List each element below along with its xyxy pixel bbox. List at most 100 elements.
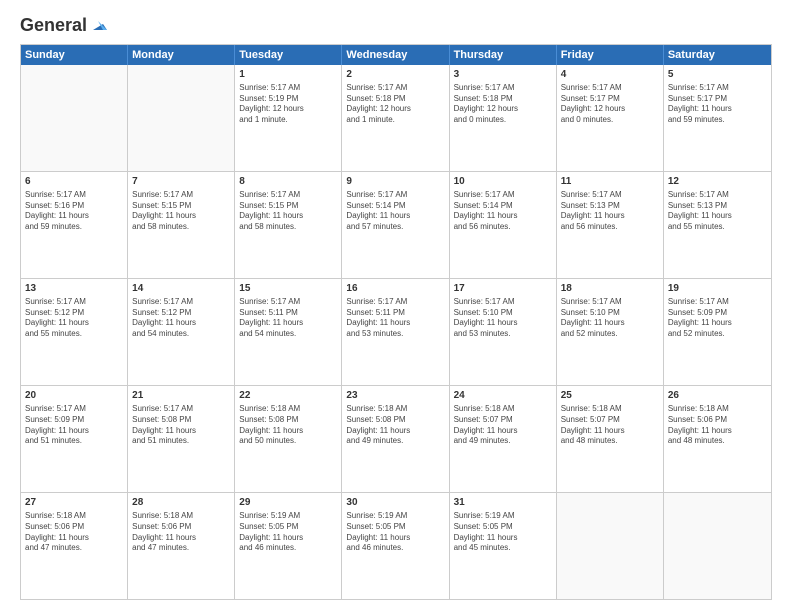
day-cell-1: 1Sunrise: 5:17 AM Sunset: 5:19 PM Daylig… [235,65,342,171]
day-cell-29: 29Sunrise: 5:19 AM Sunset: 5:05 PM Dayli… [235,493,342,599]
day-details: Sunrise: 5:19 AM Sunset: 5:05 PM Dayligh… [239,511,337,554]
day-details: Sunrise: 5:17 AM Sunset: 5:12 PM Dayligh… [132,297,230,340]
day-number: 4 [561,68,659,82]
day-number: 8 [239,175,337,189]
day-cell-12: 12Sunrise: 5:17 AM Sunset: 5:13 PM Dayli… [664,172,771,278]
day-number: 14 [132,282,230,296]
day-cell-5: 5Sunrise: 5:17 AM Sunset: 5:17 PM Daylig… [664,65,771,171]
day-cell-8: 8Sunrise: 5:17 AM Sunset: 5:15 PM Daylig… [235,172,342,278]
day-number: 12 [668,175,767,189]
day-details: Sunrise: 5:17 AM Sunset: 5:13 PM Dayligh… [668,190,767,233]
day-details: Sunrise: 5:17 AM Sunset: 5:13 PM Dayligh… [561,190,659,233]
day-number: 1 [239,68,337,82]
header-day-thursday: Thursday [450,45,557,65]
day-cell-14: 14Sunrise: 5:17 AM Sunset: 5:12 PM Dayli… [128,279,235,385]
day-details: Sunrise: 5:17 AM Sunset: 5:12 PM Dayligh… [25,297,123,340]
day-details: Sunrise: 5:18 AM Sunset: 5:07 PM Dayligh… [454,404,552,447]
day-cell-3: 3Sunrise: 5:17 AM Sunset: 5:18 PM Daylig… [450,65,557,171]
calendar-header: SundayMondayTuesdayWednesdayThursdayFrid… [21,45,771,65]
day-cell-28: 28Sunrise: 5:18 AM Sunset: 5:06 PM Dayli… [128,493,235,599]
day-details: Sunrise: 5:18 AM Sunset: 5:08 PM Dayligh… [239,404,337,447]
day-number: 5 [668,68,767,82]
header-day-tuesday: Tuesday [235,45,342,65]
logo-text: General [20,16,87,36]
day-cell-11: 11Sunrise: 5:17 AM Sunset: 5:13 PM Dayli… [557,172,664,278]
calendar-row-4: 27 Sunrise: 5:18 AM Sunset: 5:06 PM Dayli… [21,492,771,599]
day-details: Sunrise: 5:17 AM Sunset: 5:09 PM Dayligh… [668,297,767,340]
day-cell-19: 19Sunrise: 5:17 AM Sunset: 5:09 PM Dayli… [664,279,771,385]
day-number: 27 [25,496,123,510]
header-day-friday: Friday [557,45,664,65]
day-details: Sunrise: 5:17 AM Sunset: 5:11 PM Dayligh… [346,297,444,340]
day-details: Sunrise: 5:17 AM Sunset: 5:17 PM Dayligh… [561,83,659,126]
header: General [20,16,772,36]
day-cell-23: 23Sunrise: 5:18 AM Sunset: 5:08 PM Dayli… [342,386,449,492]
day-details: Sunrise: 5:17 AM Sunset: 5:17 PM Dayligh… [668,83,767,126]
day-cell-21: 21Sunrise: 5:17 AM Sunset: 5:08 PM Dayli… [128,386,235,492]
day-number: 6 [25,175,123,189]
day-cell-9: 9Sunrise: 5:17 AM Sunset: 5:14 PM Daylig… [342,172,449,278]
day-number: 11 [561,175,659,189]
day-cell-31: 31Sunrise: 5:19 AM Sunset: 5:05 PM Dayli… [450,493,557,599]
day-cell-22: 22Sunrise: 5:18 AM Sunset: 5:08 PM Dayli… [235,386,342,492]
day-number: 25 [561,389,659,403]
day-cell-13: 13Sunrise: 5:17 AM Sunset: 5:12 PM Dayli… [21,279,128,385]
day-number: 26 [668,389,767,403]
day-number: 20 [25,389,123,403]
day-details: Sunrise: 5:18 AM Sunset: 5:07 PM Dayligh… [561,404,659,447]
empty-cell [128,65,235,171]
day-number: 13 [25,282,123,296]
day-number: 22 [239,389,337,403]
logo-icon [89,16,107,34]
day-number: 23 [346,389,444,403]
calendar: SundayMondayTuesdayWednesdayThursdayFrid… [20,44,772,600]
day-cell-30: 30Sunrise: 5:19 AM Sunset: 5:05 PM Dayli… [342,493,449,599]
empty-cell [664,493,771,599]
day-details: Sunrise: 5:17 AM Sunset: 5:18 PM Dayligh… [346,83,444,126]
header-day-sunday: Sunday [21,45,128,65]
day-details: Sunrise: 5:17 AM Sunset: 5:14 PM Dayligh… [454,190,552,233]
day-cell-2: 2Sunrise: 5:17 AM Sunset: 5:18 PM Daylig… [342,65,449,171]
day-number: 17 [454,282,552,296]
day-cell-16: 16Sunrise: 5:17 AM Sunset: 5:11 PM Dayli… [342,279,449,385]
day-details: Sunrise: 5:17 AM Sunset: 5:08 PM Dayligh… [132,404,230,447]
calendar-row-3: 20Sunrise: 5:17 AM Sunset: 5:09 PM Dayli… [21,385,771,492]
day-details: Sunrise: 5:17 AM Sunset: 5:10 PM Dayligh… [454,297,552,340]
day-details: Sunrise: 5:18 AM Sunset: 5:06 PM Dayligh… [132,511,230,554]
day-details: Sunrise: 5:17 AM Sunset: 5:10 PM Dayligh… [561,297,659,340]
day-cell-4: 4Sunrise: 5:17 AM Sunset: 5:17 PM Daylig… [557,65,664,171]
day-cell-6: 6Sunrise: 5:17 AM Sunset: 5:16 PM Daylig… [21,172,128,278]
day-details: Sunrise: 5:19 AM Sunset: 5:05 PM Dayligh… [346,511,444,554]
day-details: Sunrise: 5:17 AM Sunset: 5:15 PM Dayligh… [239,190,337,233]
day-cell-20: 20Sunrise: 5:17 AM Sunset: 5:09 PM Dayli… [21,386,128,492]
header-day-wednesday: Wednesday [342,45,449,65]
day-number: 7 [132,175,230,189]
day-cell-26: 26Sunrise: 5:18 AM Sunset: 5:06 PM Dayli… [664,386,771,492]
day-number: 9 [346,175,444,189]
day-number: 18 [561,282,659,296]
day-cell-18: 18Sunrise: 5:17 AM Sunset: 5:10 PM Dayli… [557,279,664,385]
day-number: 2 [346,68,444,82]
day-details: Sunrise: 5:18 AM Sunset: 5:06 PM Dayligh… [668,404,767,447]
day-cell-17: 17Sunrise: 5:17 AM Sunset: 5:10 PM Dayli… [450,279,557,385]
calendar-row-0: 1Sunrise: 5:17 AM Sunset: 5:19 PM Daylig… [21,65,771,171]
day-details: Sunrise: 5:17 AM Sunset: 5:16 PM Dayligh… [25,190,123,233]
day-number: 3 [454,68,552,82]
day-number: 10 [454,175,552,189]
day-details: Sunrise: 5:17 AM Sunset: 5:09 PM Dayligh… [25,404,123,447]
empty-cell [21,65,128,171]
day-cell-24: 24Sunrise: 5:18 AM Sunset: 5:07 PM Dayli… [450,386,557,492]
day-cell-10: 10Sunrise: 5:17 AM Sunset: 5:14 PM Dayli… [450,172,557,278]
day-number: 16 [346,282,444,296]
header-day-monday: Monday [128,45,235,65]
day-cell-7: 7Sunrise: 5:17 AM Sunset: 5:15 PM Daylig… [128,172,235,278]
day-details: Sunrise: 5:17 AM Sunset: 5:19 PM Dayligh… [239,83,337,126]
day-number: 29 [239,496,337,510]
day-number: 21 [132,389,230,403]
calendar-row-1: 6Sunrise: 5:17 AM Sunset: 5:16 PM Daylig… [21,171,771,278]
day-number: 19 [668,282,767,296]
day-details: Sunrise: 5:18 AM Sunset: 5:08 PM Dayligh… [346,404,444,447]
day-details: Sunrise: 5:19 AM Sunset: 5:05 PM Dayligh… [454,511,552,554]
empty-cell [557,493,664,599]
header-day-saturday: Saturday [664,45,771,65]
